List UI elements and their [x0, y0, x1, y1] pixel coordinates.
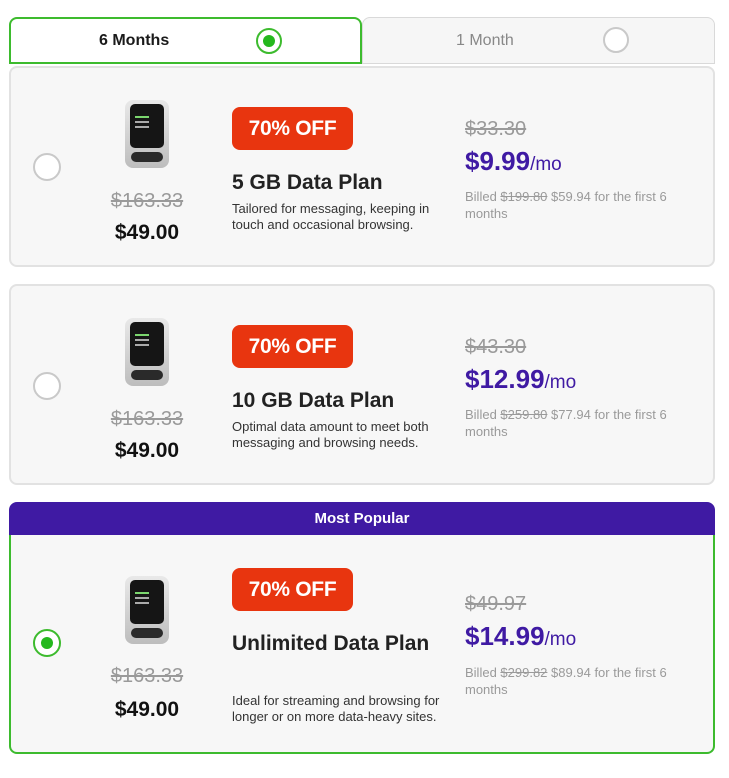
plan-card-10gb[interactable]: $163.33 $49.00 70% OFF 10 GB Data Plan O… — [9, 284, 715, 485]
device-old-price: $163.33 — [110, 408, 184, 430]
billed-note: Billed $199.80 $59.94 for the first 6 mo… — [465, 189, 667, 221]
plan-card-5gb[interactable]: $163.33 $49.00 70% OFF 5 GB Data Plan Ta… — [9, 66, 715, 267]
plan-5gb-radio[interactable] — [33, 153, 61, 181]
old-monthly-price: $33.30 — [465, 118, 527, 140]
hotspot-device-image — [125, 576, 169, 644]
duration-tabs: 6 Months 1 Month — [9, 17, 715, 64]
tab-6-months-label: 6 Months — [99, 31, 170, 49]
plan-card-unlimited[interactable]: $163.33 $49.00 70% OFF Unlimited Data Pl… — [9, 535, 715, 754]
plan-name: 5 GB Data Plan — [232, 171, 383, 194]
billed-note: Billed $299.82 $89.94 for the first 6 mo… — [465, 665, 667, 697]
plan-name: 10 GB Data Plan — [232, 389, 395, 412]
plan-name: Unlimited Data Plan — [232, 632, 430, 655]
discount-badge: 70% OFF — [232, 568, 353, 611]
hotspot-device-image — [125, 100, 169, 168]
device-price: $49.00 — [114, 439, 180, 462]
tab-6-months[interactable]: 6 Months — [9, 17, 362, 64]
discount-badge: 70% OFF — [232, 325, 353, 368]
monthly-price: $14.99/mo — [465, 621, 577, 651]
plan-10gb-radio[interactable] — [33, 372, 61, 400]
hotspot-device-image — [125, 318, 169, 386]
radio-selected-dot — [263, 35, 275, 47]
tab-6-months-radio[interactable] — [256, 28, 282, 54]
device-old-price: $163.33 — [110, 665, 184, 687]
billed-note: Billed $259.80 $77.94 for the first 6 mo… — [465, 407, 667, 439]
plan-description: Optimal data amount to meet both messagi… — [232, 419, 429, 450]
plan-unlimited-radio[interactable] — [33, 629, 61, 657]
old-monthly-price: $43.30 — [465, 336, 527, 358]
old-monthly-price: $49.97 — [465, 593, 527, 615]
plan-description: Tailored for messaging, keeping in touch… — [232, 201, 430, 232]
discount-badge: 70% OFF — [232, 107, 353, 150]
tab-1-month-label: 1 Month — [456, 31, 514, 49]
plan-description: Ideal for streaming and browsing for lon… — [232, 693, 440, 724]
device-price: $49.00 — [114, 221, 180, 244]
most-popular-banner: Most Popular — [9, 502, 715, 535]
monthly-price: $12.99/mo — [465, 364, 577, 394]
device-old-price: $163.33 — [110, 190, 184, 212]
radio-selected-dot — [41, 637, 53, 649]
monthly-price: $9.99/mo — [465, 146, 562, 176]
tab-1-month-radio[interactable] — [603, 27, 629, 53]
tab-1-month[interactable]: 1 Month — [362, 17, 715, 64]
device-price: $49.00 — [114, 698, 180, 721]
